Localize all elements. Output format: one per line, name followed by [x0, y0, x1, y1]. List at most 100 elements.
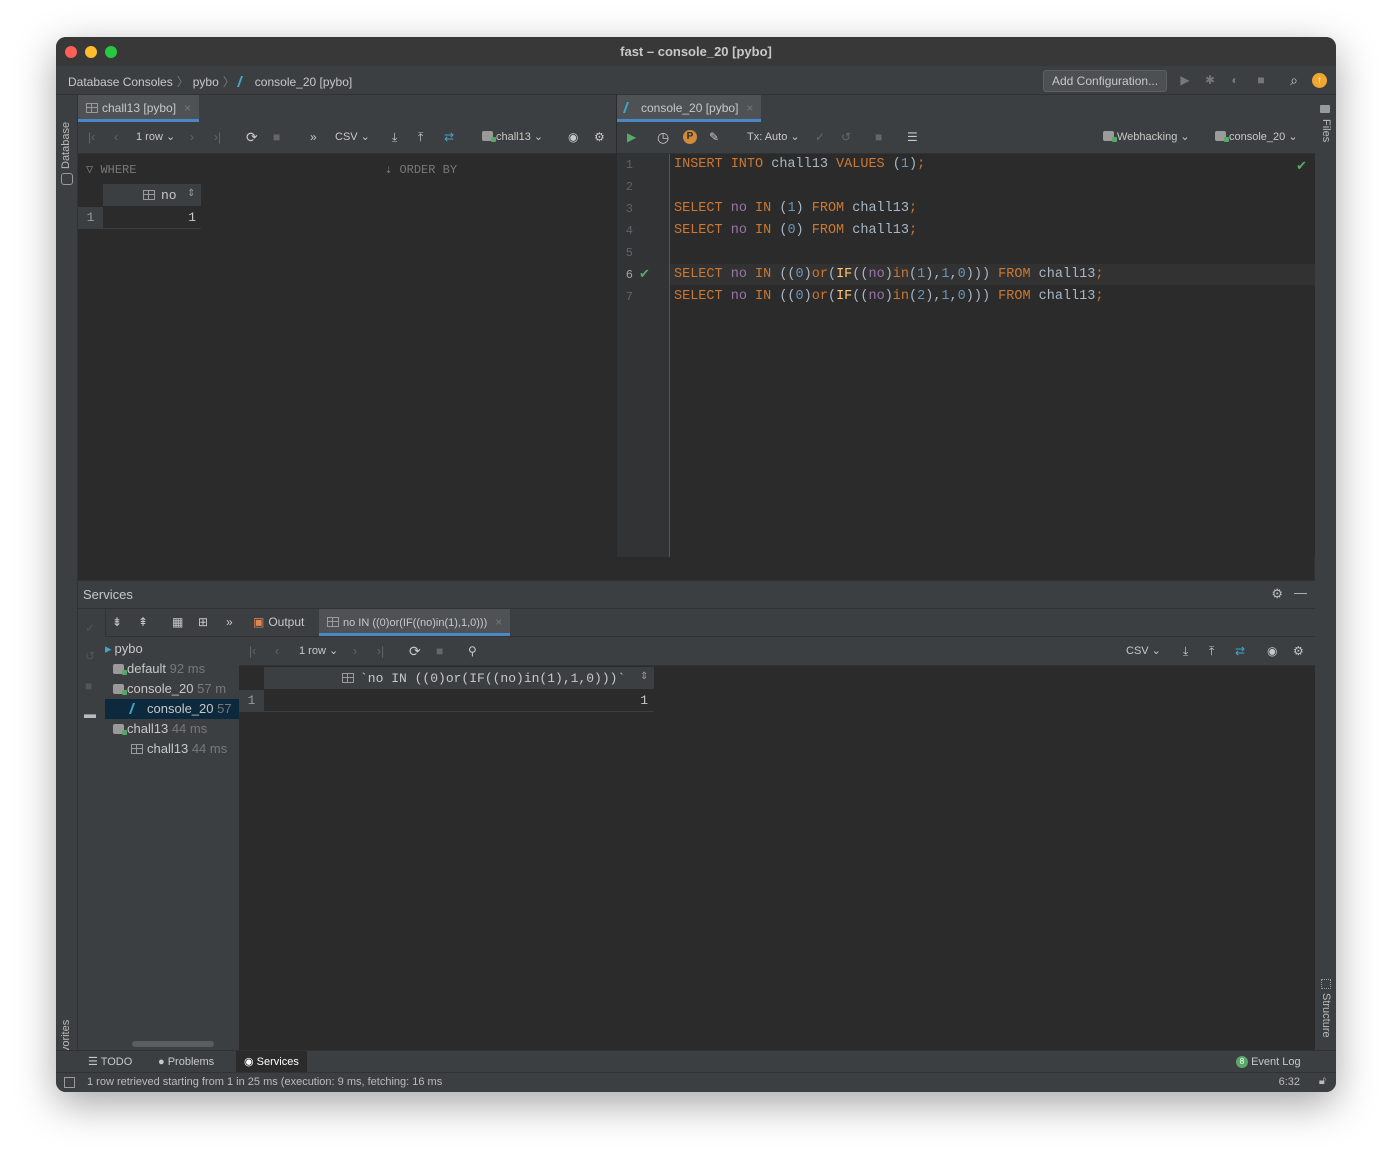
update-icon[interactable]: ↑ — [1312, 73, 1327, 88]
more-icon[interactable]: » — [226, 614, 233, 630]
column-header-no[interactable]: no ⇕ — [103, 184, 201, 206]
row-number[interactable]: 1 — [78, 207, 103, 229]
rollback-icon[interactable]: ↺ — [841, 129, 851, 145]
view-icon[interactable]: ◉ — [1267, 643, 1277, 659]
page-size-dropdown[interactable]: 1 row ⌄ — [299, 643, 338, 659]
prev-page-icon[interactable]: ‹ — [114, 129, 118, 145]
upload-icon[interactable]: ⤒ — [1209, 643, 1214, 659]
expand-all-icon[interactable]: ⇟ — [112, 614, 122, 630]
compare-icon[interactable]: ⇄ — [444, 129, 454, 145]
next-page-icon[interactable]: › — [190, 129, 194, 145]
row-number[interactable]: 1 — [239, 690, 264, 712]
sort-arrows-icon[interactable]: ⇕ — [187, 188, 195, 199]
last-page-icon[interactable]: ›| — [377, 643, 384, 659]
more-icon[interactable]: » — [310, 129, 317, 145]
tree-item-console-20[interactable]: console_20 57 — [105, 699, 239, 719]
left-tab-row: chall13 [pybo] × — [78, 95, 616, 123]
output-layout-icon[interactable]: ☰ — [907, 129, 918, 145]
pin-tab-icon[interactable]: ⚲ — [468, 643, 477, 659]
commit-icon[interactable]: ✓ — [85, 621, 95, 635]
caret-position[interactable]: 6:32 — [1279, 1076, 1300, 1088]
debug-icon[interactable]: ✱ — [1202, 72, 1218, 88]
order-by-input[interactable]: ⇣ ORDER BY — [385, 162, 457, 177]
history-icon[interactable]: ◷ — [657, 129, 669, 145]
execute-icon[interactable]: ▶ — [627, 129, 636, 145]
next-page-icon[interactable]: › — [353, 643, 357, 659]
cancel-icon[interactable]: ■ — [273, 129, 280, 145]
horizontal-scrollbar[interactable] — [132, 1041, 214, 1047]
tab-output[interactable]: ▣ Output — [245, 609, 312, 636]
session-icon — [113, 724, 127, 735]
close-tab-icon[interactable]: × — [495, 615, 502, 629]
transaction-mode-dropdown[interactable]: Tx: Auto ⌄ — [747, 129, 800, 145]
toggle-tool-windows-icon[interactable] — [64, 1077, 75, 1088]
structure-tool-tab[interactable]: Structure — [1320, 993, 1332, 1038]
todo-tab[interactable]: ☰ TODO — [88, 1054, 132, 1070]
download-icon[interactable]: ⤓ — [392, 129, 397, 145]
settings-gear-icon[interactable]: ⚙ — [594, 129, 605, 145]
page-size-dropdown[interactable]: 1 row ⌄ — [136, 129, 175, 145]
lock-icon[interactable]: 🔓︎ — [1319, 1075, 1326, 1088]
last-page-icon[interactable]: ›| — [214, 129, 221, 145]
prev-page-icon[interactable]: ‹ — [275, 643, 279, 659]
services-settings-icon[interactable]: ⚙ — [1271, 586, 1283, 602]
group-icon[interactable]: ▦ — [172, 614, 183, 630]
code-editor[interactable]: 1 2 3 4 5 6 7 ✔ ✔ INSERT INTO chall13 VA… — [617, 154, 1315, 557]
result-cell[interactable]: 1 — [264, 690, 654, 712]
tree-item-pybo[interactable]: ▸ pybo — [105, 639, 239, 659]
add-configuration-button[interactable]: Add Configuration... — [1043, 70, 1168, 92]
where-filter-input[interactable]: ▽ WHERE — [86, 162, 136, 177]
layout-icon[interactable]: ▬ — [84, 707, 96, 721]
breadcrumb-pybo[interactable]: pybo — [193, 75, 219, 89]
coverage-icon[interactable]: ◐ — [1227, 72, 1243, 88]
structure-icon — [1321, 979, 1331, 989]
tab-console-20[interactable]: console_20 [pybo] × — [617, 95, 762, 122]
database-tool-tab[interactable]: Database — [60, 122, 72, 169]
tab-chall13[interactable]: chall13 [pybo] × — [78, 95, 200, 122]
close-tab-icon[interactable]: × — [746, 101, 753, 115]
services-tab[interactable]: ◉ Services — [236, 1051, 307, 1073]
add-service-icon[interactable]: ⊞ — [198, 614, 208, 630]
settings-gear-icon[interactable]: ⚙ — [1293, 643, 1304, 659]
reload-icon[interactable]: ⟳ — [246, 129, 258, 145]
event-log-tab[interactable]: 8 Event Log — [1236, 1054, 1301, 1070]
files-tool-tab[interactable]: Files — [1320, 119, 1332, 142]
window-title: fast – console_20 [pybo] — [620, 44, 772, 59]
breadcrumb-console[interactable]: console_20 [pybo] — [255, 75, 352, 89]
problems-tab[interactable]: ● Problems — [158, 1054, 214, 1070]
stop-icon[interactable]: ■ — [85, 679, 92, 693]
rollback-icon[interactable]: ↺ — [85, 649, 95, 663]
run-icon[interactable]: ▶ — [1177, 72, 1193, 88]
commit-icon[interactable]: ✓ — [815, 129, 825, 145]
search-icon[interactable]: ⌕ — [1286, 72, 1302, 88]
stop-icon[interactable]: ■ — [1253, 72, 1269, 88]
wrench-icon[interactable]: ✎ — [709, 129, 719, 145]
tab-result[interactable]: no IN ((0)or(IF((no)in(1),1,0))) × — [319, 609, 511, 636]
table-selector-dropdown[interactable]: chall13 ⌄ — [482, 129, 543, 145]
tree-item-chall13-session[interactable]: chall13 44 ms — [113, 719, 247, 739]
cancel-icon[interactable]: ■ — [436, 643, 443, 659]
first-page-icon[interactable]: |‹ — [249, 643, 256, 659]
download-icon[interactable]: ⤓ — [1183, 643, 1188, 659]
close-tab-icon[interactable]: × — [184, 101, 191, 115]
datasource-dropdown[interactable]: Webhacking ⌄ — [1103, 129, 1190, 145]
view-icon[interactable]: ◉ — [568, 129, 578, 145]
compare-icon[interactable]: ⇄ — [1235, 643, 1245, 659]
stop-query-icon[interactable]: ■ — [875, 129, 882, 145]
hide-panel-icon[interactable]: — — [1294, 585, 1307, 600]
session-dropdown[interactable]: console_20 ⌄ — [1215, 129, 1298, 145]
table-cell[interactable]: 1 — [103, 207, 201, 229]
right-tool-strip: Files Structure — [1314, 95, 1336, 1052]
collapse-all-icon[interactable]: ⇞ — [138, 614, 148, 630]
upload-icon[interactable]: ⤒ — [418, 129, 423, 145]
result-column-header[interactable]: `no IN ((0)or(IF((no)in(1),1,0)))` ⇕ — [264, 667, 654, 689]
tree-item-console-20-session[interactable]: console_20 57 m — [113, 679, 247, 699]
sort-arrows-icon[interactable]: ⇕ — [640, 671, 648, 682]
tree-item-default[interactable]: default 92 ms — [113, 659, 247, 679]
reload-icon[interactable]: ⟳ — [409, 643, 421, 659]
export-format-dropdown[interactable]: CSV ⌄ — [1126, 643, 1161, 659]
breadcrumb-database-consoles[interactable]: Database Consoles — [68, 75, 173, 89]
first-page-icon[interactable]: |‹ — [88, 129, 95, 145]
export-format-dropdown[interactable]: CSV ⌄ — [335, 129, 370, 145]
profile-icon[interactable]: P — [683, 130, 697, 144]
